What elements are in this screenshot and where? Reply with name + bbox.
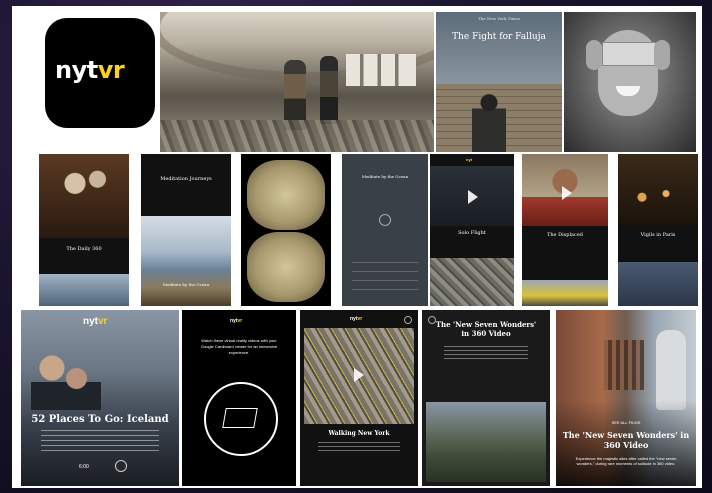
sea-strip [39,274,129,306]
cars-photo [522,280,608,306]
nytvr-logo: nytvr [55,56,147,84]
cardboard-viewer-photo [564,12,696,152]
title-iceland: 52 Places To Go: Iceland [31,414,169,425]
logo-prefix: nyt [350,316,358,322]
title-displaced: The Displaced [546,232,584,238]
lens-left [247,160,325,230]
walking-logo: nytvr [350,316,362,322]
title-seven-wonders-phone: The 'New Seven Wonders' in 360 Video [435,320,537,338]
lens-right [247,232,325,302]
phone-daily-360[interactable]: The Daily 360 [39,154,129,306]
title-meditation: Meditation Journeys [160,176,212,182]
title-walking: Walking New York [328,430,390,437]
logo-suffix: vr [97,56,125,84]
title-solo-flight: Solo Flight [458,230,486,236]
soldier-figure [472,94,506,152]
masthead-text: The New York Times [478,16,520,21]
title-meditate-ocean: Meditate by the Ocean [361,174,409,179]
play-icon[interactable] [562,186,572,200]
iceland-logo: nytvr [83,316,107,327]
iceland-panel[interactable]: nytvr 52 Places To Go: Iceland 6:00 [21,310,179,486]
cardboard-text: Watch these virtual reality videos with … [200,338,278,355]
poster-text: Experience the majestic sites after call… [575,456,677,466]
logo-prefix: nyt [55,56,98,84]
sky-area [436,12,562,84]
person-figure-2 [320,56,338,124]
cardboard-headset [602,42,656,66]
description-lines [444,346,528,360]
see-all-films[interactable]: SEE ALL FILMS [556,420,696,425]
app-icon-badge: nytvr [45,18,155,128]
stereo-vr-view [241,154,331,306]
walking-new-york-panel[interactable]: nytvr Walking New York [300,310,418,486]
statue-shape [656,330,686,410]
ocean-photo [141,216,231,306]
banner-headline: The Fight for Falluja [452,32,546,42]
menu-lines [352,254,418,294]
collage-frame: nytvr The New York Times The Fight for F… [12,6,702,488]
cardboard-panel[interactable]: nytvr Watch these virtual reality videos… [182,310,296,486]
settings-icon[interactable] [404,316,412,324]
title-seven-wonders-poster: The 'New Seven Wonders' in 360 Video [562,430,690,450]
falluja-article[interactable]: The New York Times The Fight for Falluja [436,12,562,152]
logo-prefix: nyt [83,316,98,327]
phone-meditation[interactable]: Meditation Journeys Meditate by the Ocea… [141,154,231,306]
hands [586,40,602,70]
phone-solo-flight[interactable]: nyt Solo Flight [430,154,514,306]
seven-wonders-poster[interactable]: SEE ALL FILMS The 'New Seven Wonders' in… [556,310,696,486]
statue-photo [618,262,698,306]
play-icon[interactable] [468,190,478,204]
title-daily-360: The Daily 360 [66,246,102,252]
panorama-360-image [160,12,434,152]
body-lines [41,430,159,454]
header-logo: nyt [466,157,472,162]
viewer-box [222,408,258,428]
title-vigils-paris: Vigils in Paris [640,232,676,238]
cardboard-icon[interactable] [115,460,127,472]
walking-caption [318,442,400,452]
great-wall-photo [426,402,546,482]
phone-vigils-paris[interactable]: Vigils in Paris [618,154,698,306]
logo-suffix: vr [357,316,363,322]
phone-displaced[interactable]: The Displaced [522,154,608,306]
duration-iceland: 6:00 [79,464,89,470]
hands-right [654,40,670,70]
play-icon[interactable] [354,368,364,382]
seven-wonders-phone[interactable]: The 'New Seven Wonders' in 360 Video [422,310,550,486]
windows [346,54,416,86]
app-icon: nytvr [39,12,161,134]
traveler-figures [31,340,101,410]
logo-suffix: vr [98,316,108,327]
logo-suffix: vr [237,318,243,324]
crowd-photo [39,154,129,238]
logo-prefix: nyt [230,318,238,324]
vigil-photo [618,154,698,226]
timer-ring [379,214,391,226]
street-photo [430,258,514,306]
cardboard-panel-logo: nytvr [230,318,242,324]
phone-meditate-ocean[interactable]: Meditate by the Ocean [342,154,428,306]
rubble-floor [160,120,434,152]
colosseum-arches [604,340,644,390]
subtitle-meditation: Meditate by the Ocean [162,282,210,287]
